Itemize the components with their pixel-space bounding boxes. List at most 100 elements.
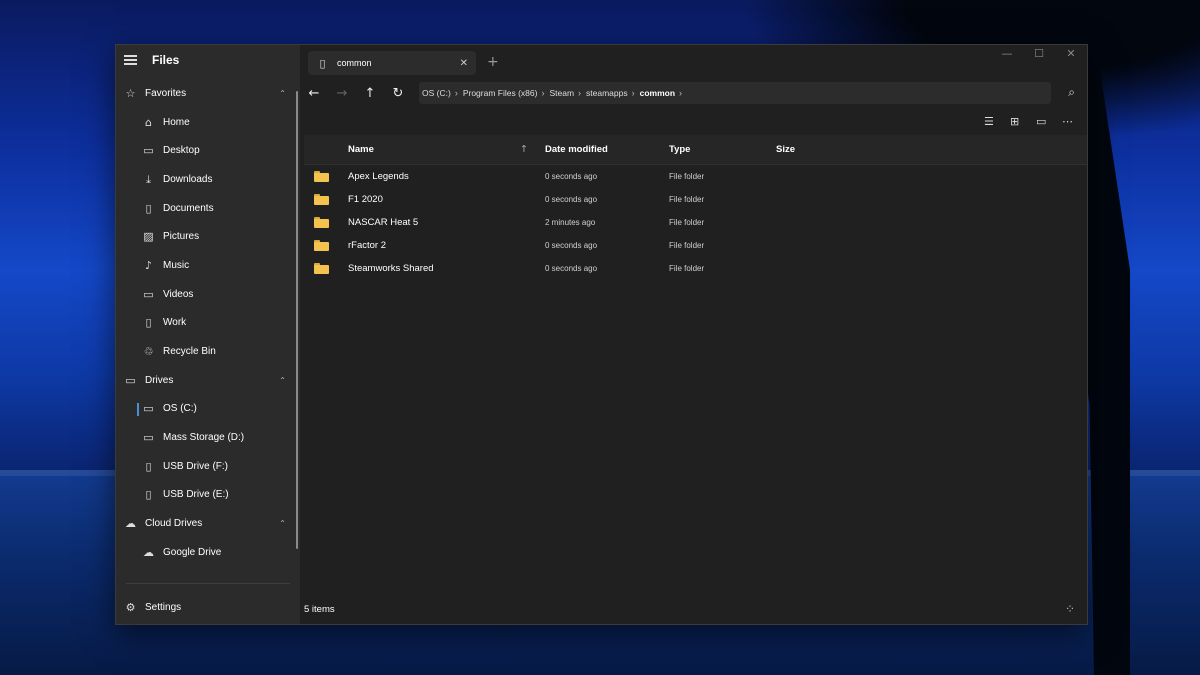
sidebar-item-label: Recycle Bin bbox=[163, 346, 216, 358]
preview-pane-icon[interactable]: ▭ bbox=[1036, 115, 1046, 128]
back-icon[interactable]: ← bbox=[300, 86, 328, 101]
music-icon: ♪ bbox=[144, 258, 153, 272]
status-bar: 5 items bbox=[304, 602, 1087, 616]
sidebar-item-label: USB Drive (E:) bbox=[163, 489, 229, 501]
file-date-modified: 2 minutes ago bbox=[545, 218, 596, 227]
file-date-modified: 0 seconds ago bbox=[545, 241, 598, 250]
file-rows: Apex Legends 0 seconds ago File folder F1 2… bbox=[304, 165, 1087, 280]
breadcrumb-item[interactable]: steamapps bbox=[586, 88, 628, 98]
sidebar-header: Files bbox=[116, 45, 300, 75]
layout-mode-icon[interactable]: ☰ bbox=[984, 115, 994, 128]
sidebar-section-cloud-drives[interactable]: ☁ Cloud Drives ⌃ bbox=[116, 509, 300, 538]
sidebar-item-videos[interactable]: ▭ Videos bbox=[116, 280, 300, 309]
sidebar-item-label: Home bbox=[163, 116, 190, 128]
window-controls: — ☐ ✕ bbox=[991, 47, 1087, 60]
folder-icon bbox=[314, 240, 329, 251]
chevron-right-icon[interactable]: › bbox=[455, 88, 458, 98]
address-bar[interactable]: OS (C:) › Program Files (x86) › Steam › … bbox=[419, 82, 1051, 104]
sidebar-section-drives[interactable]: ▭ Drives ⌃ bbox=[116, 366, 300, 395]
table-row[interactable]: F1 2020 0 seconds ago File folder bbox=[304, 188, 1087, 211]
breadcrumb-item[interactable]: Program Files (x86) bbox=[463, 88, 538, 98]
sidebar-item-documents[interactable]: ▯ Documents bbox=[116, 194, 300, 223]
usb-icon: ▯ bbox=[145, 459, 152, 473]
sidebar-item-label: OS (C:) bbox=[163, 403, 197, 415]
chevron-right-icon[interactable]: › bbox=[578, 88, 581, 98]
sidebar-item-label: Google Drive bbox=[163, 546, 222, 558]
column-header-date[interactable]: Date modified bbox=[545, 144, 608, 155]
chevron-up-icon[interactable]: ⌃ bbox=[279, 519, 286, 528]
forward-icon[interactable]: → bbox=[328, 86, 356, 101]
table-row[interactable]: Apex Legends 0 seconds ago File folder bbox=[304, 165, 1087, 188]
files-window: Files ☆ Favorites ⌃ ⌂ Home ▭ Desktop ⤓ D… bbox=[115, 44, 1088, 625]
gear-icon: ⚙ bbox=[125, 600, 136, 614]
chevron-right-icon[interactable]: › bbox=[541, 88, 544, 98]
chevron-up-icon[interactable]: ⌃ bbox=[279, 89, 286, 98]
folder-icon bbox=[314, 217, 329, 228]
cloud-icon: ☁ bbox=[125, 517, 136, 531]
main-pane: ▯ common ✕ + — ☐ ✕ ← → ↑ ↻ OS (C:) › Pro… bbox=[300, 45, 1087, 624]
settings-label: Settings bbox=[145, 601, 182, 613]
folder-icon bbox=[314, 194, 329, 205]
column-header-type[interactable]: Type bbox=[669, 144, 690, 155]
file-date-modified: 0 seconds ago bbox=[545, 195, 598, 204]
sidebar-item-music[interactable]: ♪ Music bbox=[116, 251, 300, 280]
item-count: 5 items bbox=[304, 603, 335, 615]
up-icon[interactable]: ↑ bbox=[356, 86, 384, 101]
table-row[interactable]: Steamworks Shared 0 seconds ago File folde… bbox=[304, 257, 1087, 280]
star-icon: ☆ bbox=[125, 86, 136, 100]
app-title: Files bbox=[152, 53, 180, 67]
refresh-icon[interactable]: ↻ bbox=[384, 86, 412, 101]
column-header-name[interactable]: Name bbox=[348, 144, 374, 155]
sidebar-item-downloads[interactable]: ⤓ Downloads bbox=[116, 165, 300, 194]
laptop-icon: ▭ bbox=[125, 373, 136, 387]
breadcrumb-item[interactable]: OS (C:) bbox=[422, 88, 451, 98]
file-type: File folder bbox=[669, 241, 705, 250]
recycle-bin-icon: ♲ bbox=[143, 345, 154, 359]
sidebar-item-mass-storage-d[interactable]: ▭ Mass Storage (D:) bbox=[116, 423, 300, 452]
sidebar-scrollbar[interactable] bbox=[296, 91, 298, 549]
sidebar-item-desktop[interactable]: ▭ Desktop bbox=[116, 136, 300, 165]
sidebar-section-label: Favorites bbox=[145, 87, 187, 99]
sidebar-item-google-drive[interactable]: ☁ Google Drive bbox=[116, 538, 300, 567]
chevron-right-icon[interactable]: › bbox=[679, 88, 682, 98]
more-options-icon[interactable]: ⋯ bbox=[1062, 115, 1073, 128]
sidebar-item-usb-drive-e[interactable]: ▯ USB Drive (E:) bbox=[116, 481, 300, 510]
close-tab-icon[interactable]: ✕ bbox=[460, 58, 468, 69]
breadcrumb-item[interactable]: Steam bbox=[549, 88, 574, 98]
tab-common[interactable]: ▯ common ✕ bbox=[308, 51, 476, 75]
folder-icon: ▯ bbox=[145, 316, 152, 330]
sidebar-section-label: Cloud Drives bbox=[145, 518, 203, 530]
minimize-icon[interactable]: — bbox=[991, 47, 1023, 60]
sidebar-item-recycle-bin[interactable]: ♲ Recycle Bin bbox=[116, 337, 300, 366]
file-name: Apex Legends bbox=[348, 171, 409, 182]
table-row[interactable]: rFactor 2 0 seconds ago File folder bbox=[304, 234, 1087, 257]
chevron-right-icon[interactable]: › bbox=[632, 88, 635, 98]
add-tab-icon[interactable]: + bbox=[487, 54, 499, 70]
title-bar: ▯ common ✕ + — ☐ ✕ bbox=[300, 45, 1087, 79]
grid-view-icon[interactable]: ⊞ bbox=[1010, 115, 1019, 128]
sidebar-item-work[interactable]: ▯ Work bbox=[116, 309, 300, 338]
sidebar-item-home[interactable]: ⌂ Home bbox=[116, 108, 300, 137]
sidebar-section-favorites[interactable]: ☆ Favorites ⌃ bbox=[116, 79, 300, 108]
breadcrumb-current[interactable]: common bbox=[640, 88, 675, 98]
sidebar-item-label: Videos bbox=[163, 288, 194, 300]
chevron-up-icon[interactable]: ⌃ bbox=[279, 376, 286, 385]
sidebar-item-os-c[interactable]: ▭ OS (C:) bbox=[116, 395, 300, 424]
sort-ascending-icon[interactable]: ↑ bbox=[520, 144, 528, 155]
sidebar-nav: ☆ Favorites ⌃ ⌂ Home ▭ Desktop ⤓ Downloa… bbox=[116, 79, 300, 587]
search-icon[interactable]: ⌕ bbox=[1068, 85, 1075, 100]
sidebar-item-pictures[interactable]: ▨ Pictures bbox=[116, 222, 300, 251]
settings-button[interactable]: ⚙ Settings bbox=[116, 593, 300, 621]
sidebar-item-label: Downloads bbox=[163, 173, 213, 185]
sidebar-item-label: USB Drive (F:) bbox=[163, 460, 228, 472]
sidebar-item-usb-drive-f[interactable]: ▯ USB Drive (F:) bbox=[116, 452, 300, 481]
table-row[interactable]: NASCAR Heat 5 2 minutes ago File folder bbox=[304, 211, 1087, 234]
video-icon: ▭ bbox=[143, 287, 154, 301]
close-window-icon[interactable]: ✕ bbox=[1055, 47, 1087, 60]
download-icon: ⤓ bbox=[146, 172, 151, 186]
file-date-modified: 0 seconds ago bbox=[545, 172, 598, 181]
column-header-size[interactable]: Size bbox=[776, 144, 795, 155]
maximize-icon[interactable]: ☐ bbox=[1023, 47, 1055, 60]
hamburger-menu-icon[interactable] bbox=[124, 55, 138, 65]
file-name: Steamworks Shared bbox=[348, 263, 434, 274]
